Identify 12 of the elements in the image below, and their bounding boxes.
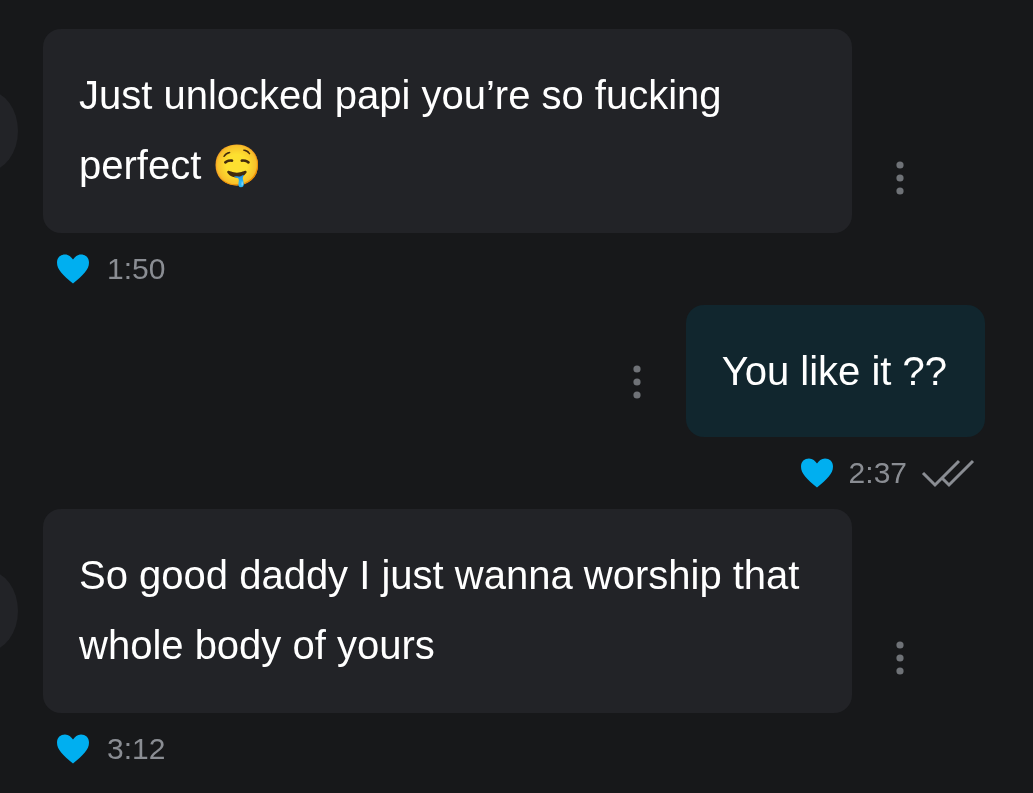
more-options-icon[interactable] bbox=[896, 641, 904, 675]
message-bubble: Just unlocked papi you’re so fucking perfect 🤤 bbox=[43, 29, 852, 233]
message-time: 1:50 bbox=[107, 252, 166, 286]
message-bubble: You like it ?? bbox=[685, 305, 985, 437]
more-options-icon[interactable] bbox=[896, 161, 904, 195]
message-bubble: So good daddy I just wanna worship that whole body of yours bbox=[43, 509, 852, 713]
message-time: 2:37 bbox=[848, 456, 907, 490]
heart-icon[interactable] bbox=[55, 253, 91, 285]
more-options-icon[interactable] bbox=[632, 365, 641, 399]
message-time: 3:12 bbox=[107, 732, 166, 766]
heart-icon[interactable] bbox=[55, 733, 91, 765]
heart-icon[interactable] bbox=[798, 457, 835, 489]
